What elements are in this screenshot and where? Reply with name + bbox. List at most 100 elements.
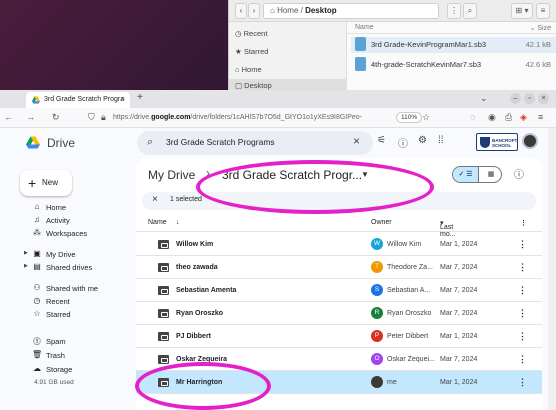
sidebar-item-label: Home [241, 65, 262, 74]
more-actions-icon[interactable]: ⋮ [518, 285, 527, 296]
more-actions-icon[interactable]: ⋮ [518, 308, 527, 319]
column-name[interactable]: Name [355, 24, 374, 31]
column-owner[interactable]: Owner [371, 219, 392, 226]
extensions-icon[interactable]: ⎙ [505, 112, 512, 123]
sidebar-item-recent[interactable]: ◷ Recent [235, 29, 267, 38]
table-row[interactable]: theo zawada T Theodore Za... Mar 7, 2024… [136, 256, 542, 279]
nav-item-workspaces[interactable]: ⁂ Workspaces [0, 228, 130, 240]
expand-arrow-icon[interactable]: ▶ [24, 250, 28, 256]
shared-folder-icon [158, 309, 169, 318]
clear-search-icon[interactable]: × [353, 134, 360, 148]
sidebar-item-starred[interactable]: ★ Starred [235, 47, 268, 56]
account-icon[interactable]: ◉ [488, 112, 496, 123]
more-icon[interactable]: ⋮ [447, 3, 461, 19]
settings-gear-icon[interactable]: ⚙ [418, 135, 427, 146]
more-actions-icon[interactable]: ⋮ [518, 331, 527, 342]
more-actions-icon[interactable]: ⋮ [518, 377, 527, 388]
pocket-icon[interactable]: ◌ [470, 112, 475, 122]
view-toggle[interactable]: ✓ ☰ ▦ [452, 166, 502, 183]
close-tab-icon[interactable]: × [121, 92, 125, 108]
minimize-icon[interactable]: – [510, 93, 521, 104]
extension-badge-icon[interactable]: ◈ [520, 112, 527, 123]
tab-bar: 3rd Grade Scratch Progra × + ⌄ – ▫ × [0, 90, 556, 108]
storage-used-text: 4.91 GB used [34, 379, 74, 386]
back-icon[interactable]: ← [4, 112, 13, 122]
nav-item-starred[interactable]: ☆ Starred [0, 309, 130, 321]
info-icon[interactable]: ⓘ [514, 166, 524, 181]
annotation-ellipse [135, 362, 271, 410]
nav-label: Trash [46, 351, 65, 360]
list-view-icon[interactable]: ✓ ☰ [453, 167, 478, 182]
nav-label: Storage [46, 365, 73, 374]
table-row[interactable]: Willow Kim W Willow Kim Mar 1, 2024 ⋮ [136, 233, 542, 256]
shared-folder-icon [158, 355, 169, 364]
drive-logo-text[interactable]: Drive [47, 136, 75, 150]
nav-item-my-drive[interactable]: ▶ ▣ My Drive [0, 249, 130, 261]
google-apps-icon[interactable]: ⁞⁞ [438, 135, 444, 146]
expand-arrow-icon[interactable]: ▶ [24, 263, 28, 269]
nav-item-spam[interactable]: ⓵ Spam [0, 336, 130, 348]
grid-view-icon[interactable]: ▦ [478, 167, 501, 182]
app-menu-icon[interactable]: ≡ [538, 112, 543, 122]
forward-icon[interactable]: → [26, 112, 35, 122]
breadcrumb-my-drive[interactable]: My Drive [148, 168, 195, 182]
nav-label: Recent [46, 297, 70, 306]
new-tab-icon[interactable]: + [137, 92, 143, 103]
search-icon[interactable]: ⌕ [147, 136, 153, 149]
sidebar-item-home[interactable]: ⌂ Home [235, 65, 262, 74]
sort-arrow-icon[interactable]: ↓ [176, 219, 180, 226]
search-icon[interactable]: ⌕ [463, 3, 477, 19]
search-filter-icon[interactable]: ⚟ [377, 135, 386, 146]
lock-icon[interactable]: 🔒︎ [101, 112, 106, 123]
nav-item-storage[interactable]: ☁ Storage [0, 364, 130, 376]
zoom-level[interactable]: 110% [396, 112, 423, 123]
more-actions-icon[interactable]: ⋮ [518, 239, 527, 250]
path-bar[interactable]: ⌂ Home / Desktop [263, 3, 439, 19]
owner-avatar: T [371, 261, 383, 273]
file-name: 4th-grade-ScratchKevinMar7.sb3 [371, 60, 482, 69]
scrollbar[interactable] [548, 128, 556, 410]
back-icon[interactable]: ‹ [235, 3, 247, 19]
drive-logo-icon [26, 136, 40, 149]
nav-item-trash[interactable]: 🗑︎ Trash [0, 350, 130, 362]
new-button[interactable]: + New [20, 170, 72, 196]
tab-drive[interactable]: 3rd Grade Scratch Progra × [26, 92, 130, 108]
table-row[interactable]: Ryan Oroszko R Ryan Oroszko Mar 7, 2024 … [136, 302, 542, 325]
more-actions-icon[interactable]: ⋮ [518, 354, 527, 365]
more-options-icon[interactable]: ⋮ [520, 219, 527, 227]
file-row[interactable]: 4th-grade-ScratchKevinMar7.sb3 42.6 kB [351, 57, 556, 73]
nav-item-shared-with-me[interactable]: ⚇ Shared with me [0, 283, 130, 295]
menu-icon[interactable]: ≡ [536, 3, 550, 19]
maximize-icon[interactable]: ▫ [524, 93, 535, 104]
nav-item-home[interactable]: ⌂ Home [0, 202, 130, 214]
nav-item-activity[interactable]: ♫ Activity [0, 215, 130, 227]
last-modified: Mar 1, 2024 [440, 379, 478, 386]
help-icon[interactable]: ⓘ [398, 135, 408, 150]
search-bar[interactable]: ⌕ 3rd Grade Scratch Programs × ⚟ [137, 131, 386, 155]
column-size[interactable]: ⌄ Size [530, 24, 551, 32]
user-avatar[interactable] [522, 133, 538, 149]
more-actions-icon[interactable]: ⋮ [518, 262, 527, 273]
table-row[interactable]: Sebastian Amenta S Sebastian A... Mar 7,… [136, 279, 542, 302]
shared-folder-icon [158, 286, 169, 295]
path-home[interactable]: Home [277, 6, 298, 15]
nav-item-shared-drives[interactable]: ▶ ▤ Shared drives [0, 262, 130, 274]
file-row[interactable]: 3rd Grade-KevinProgramMar1.sb3 42.1 kB [351, 37, 556, 53]
column-last-modified[interactable]: Last mo... ▾ [440, 219, 456, 238]
close-window-icon[interactable]: × [538, 93, 549, 104]
tab-list-icon[interactable]: ⌄ [480, 93, 488, 104]
file-manager-window: ‹ › ⌂ Home / Desktop ⋮ ⌕ ⊞ ▾ ≡ ◷ Recent … [228, 0, 556, 93]
url-bar[interactable]: https://drive.google.com/drive/folders/1… [113, 111, 413, 125]
nav-item-recent[interactable]: ◷ Recent [0, 296, 130, 308]
search-input[interactable]: 3rd Grade Scratch Programs [166, 137, 275, 147]
view-icon[interactable]: ⊞ ▾ [511, 3, 533, 19]
path-current[interactable]: Desktop [305, 6, 337, 15]
reload-icon[interactable]: ↻ [52, 112, 60, 123]
clear-selection-icon[interactable]: × [152, 194, 158, 205]
column-name[interactable]: Name [148, 219, 167, 226]
bookmark-star-icon[interactable]: ☆ [422, 112, 430, 123]
shield-icon[interactable]: ⛉ [88, 112, 95, 123]
forward-icon[interactable]: › [248, 3, 260, 19]
nav-label: Activity [46, 216, 70, 225]
table-row[interactable]: PJ Dibbert P Peter Dibbert Mar 1, 2024 ⋮ [136, 325, 542, 348]
